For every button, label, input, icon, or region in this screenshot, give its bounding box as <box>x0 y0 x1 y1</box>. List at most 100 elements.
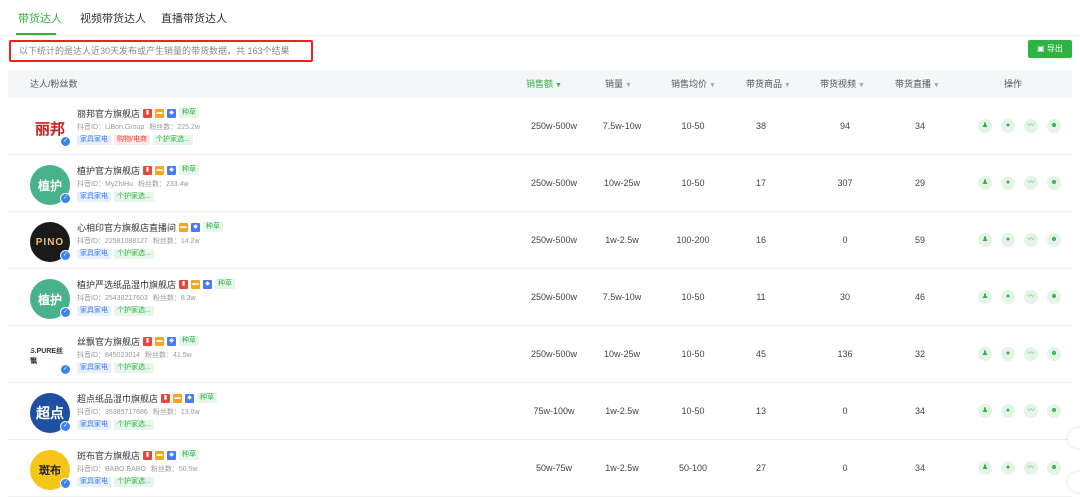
users-icon[interactable]: ☻ <box>1047 347 1061 361</box>
cell-videos: 0 <box>842 235 848 245</box>
cell-sales-amount: 250w-500w <box>530 121 578 131</box>
verified-icon: ✓ <box>60 307 71 318</box>
table-row: 植护 ✓ 植护官方旗舰店 ▮ ▬ ◆ 种草 抖音ID：MyZhiHu 粉丝数：233.4w 家具家… <box>8 155 1072 212</box>
users-icon[interactable]: ☻ <box>1047 233 1061 247</box>
person-icon[interactable]: ♟ <box>978 347 992 361</box>
orange-badge-icon: ▬ <box>191 279 201 289</box>
trend-icon[interactable]: 〰 <box>1024 119 1038 133</box>
blue-badge-icon: ◆ <box>167 165 177 175</box>
col-lives[interactable]: 带货直播 ▼ <box>895 70 940 98</box>
name-line: 植护严选纸品湿巾旗舰店 ▮ ▬ ◆ 种草 <box>77 278 236 291</box>
category-tag: 家具家电 <box>77 249 111 259</box>
category-tag: 个护家选... <box>114 420 154 430</box>
avatar-logo-text: 丽邦 <box>34 120 65 138</box>
category-tags: 家具家电 个护家选... <box>77 363 154 373</box>
video-icon[interactable]: ● <box>1001 176 1015 190</box>
name-line: 超点纸品湿巾旗舰店 ▮ ▬ ◆ 种草 <box>77 392 218 405</box>
shop-name[interactable]: 超点纸品湿巾旗舰店 <box>77 392 158 405</box>
cell-sales-volume: 1w-2.5w <box>605 463 639 473</box>
video-icon[interactable]: ● <box>1001 461 1015 475</box>
trend-icon[interactable]: 〰 <box>1024 233 1038 247</box>
person-icon[interactable]: ♟ <box>978 404 992 418</box>
col-sales-volume[interactable]: 销量 ▼ <box>605 70 632 98</box>
users-icon[interactable]: ☻ <box>1047 404 1061 418</box>
avatar-logo-text: PINO <box>35 236 65 248</box>
shop-name[interactable]: 丽邦官方旗舰店 <box>77 107 140 120</box>
avatar-logo-text: 斑布 <box>39 465 61 477</box>
video-icon[interactable]: ● <box>1001 119 1015 133</box>
seed-tag: 种草 <box>203 222 224 232</box>
category-tags: 家具家电 个护家选... <box>77 249 154 259</box>
cell-sales-volume: 10w-25w <box>603 349 641 359</box>
name-line: 丝飘官方旗舰店 ▮ ▬ ◆ 种草 <box>77 335 200 348</box>
col-lives-label: 带货直播 <box>895 79 932 89</box>
shop-name[interactable]: 心相印官方旗舰店直播间 <box>77 221 176 234</box>
douyin-id: 抖音ID：845023014 <box>77 352 141 359</box>
cell-lives: 29 <box>914 178 925 188</box>
export-button[interactable]: ▣ 导出 <box>1028 40 1072 58</box>
active-tab-indicator <box>16 33 56 35</box>
category-tag: 个护家选... <box>114 306 154 316</box>
col-products[interactable]: 带货商品 ▼ <box>746 70 791 98</box>
col-sales-amount[interactable]: 销售额 ▼ <box>526 70 562 98</box>
douyin-id: 抖音ID：35385717686 <box>77 409 148 416</box>
category-tag: 购物/电商 <box>114 135 150 145</box>
shop-name[interactable]: 植护严选纸品湿巾旗舰店 <box>77 278 176 291</box>
cell-products: 17 <box>755 178 766 188</box>
trend-icon[interactable]: 〰 <box>1024 290 1038 304</box>
cell-lives: 46 <box>914 292 925 302</box>
person-icon[interactable]: ♟ <box>978 461 992 475</box>
shop-name[interactable]: 斑布官方旗舰店 <box>77 449 140 462</box>
douyin-id: 抖音ID：25438217603 <box>77 295 148 302</box>
tab-live-influencers[interactable]: 直播带货达人 <box>161 10 227 26</box>
table-row: S.PURE丝飘 ✓ 丝飘官方旗舰店 ▮ ▬ ◆ 种草 抖音ID：845023014 粉丝数：4… <box>8 326 1072 383</box>
trend-icon[interactable]: 〰 <box>1024 404 1038 418</box>
users-icon[interactable]: ☻ <box>1047 119 1061 133</box>
row-actions: ♟ ● 〰 ☻ <box>978 347 1061 361</box>
users-icon[interactable]: ☻ <box>1047 176 1061 190</box>
seed-tag: 种草 <box>179 165 200 175</box>
person-icon[interactable]: ♟ <box>978 119 992 133</box>
video-icon[interactable]: ● <box>1001 290 1015 304</box>
row-actions: ♟ ● 〰 ☻ <box>978 404 1061 418</box>
trend-icon[interactable]: 〰 <box>1024 347 1038 361</box>
cell-lives: 34 <box>914 121 925 131</box>
id-line: 抖音ID：LiBon.Group 粉丝数：225.2w <box>77 122 200 132</box>
cell-products: 38 <box>755 121 766 131</box>
cell-avg-price: 10-50 <box>681 178 705 188</box>
tab-video-influencers[interactable]: 视频带货达人 <box>80 10 146 26</box>
fans-count: 粉丝数：233.4w <box>138 181 189 188</box>
sort-caret-icon: ▼ <box>555 82 562 89</box>
users-icon[interactable]: ☻ <box>1047 290 1061 304</box>
trend-icon[interactable]: 〰 <box>1024 176 1038 190</box>
shop-name[interactable]: 植护官方旗舰店 <box>77 164 140 177</box>
shop-name[interactable]: 丝飘官方旗舰店 <box>77 335 140 348</box>
cell-videos: 30 <box>839 292 850 302</box>
person-icon[interactable]: ♟ <box>978 176 992 190</box>
video-icon[interactable]: ● <box>1001 233 1015 247</box>
cell-sales-amount: 250w-500w <box>530 349 578 359</box>
orange-badge-icon: ▬ <box>155 336 165 346</box>
col-videos[interactable]: 带货视频 ▼ <box>820 70 865 98</box>
douyin-id: 抖音ID：LiBon.Group <box>77 124 145 131</box>
person-icon[interactable]: ♟ <box>978 290 992 304</box>
col-avg-price[interactable]: 销售均价 ▼ <box>671 70 716 98</box>
cell-avg-price: 10-50 <box>681 406 705 416</box>
cell-products: 11 <box>756 292 766 302</box>
person-icon[interactable]: ♟ <box>978 233 992 247</box>
users-icon[interactable]: ☻ <box>1047 461 1061 475</box>
seed-tag: 种草 <box>197 393 218 403</box>
category-tag: 家具家电 <box>77 306 111 316</box>
video-icon[interactable]: ● <box>1001 347 1015 361</box>
red-badge-icon: ▮ <box>179 279 189 289</box>
cell-avg-price: 10-50 <box>681 121 705 131</box>
id-line: 抖音ID：BABO.BABO 粉丝数：50.5w <box>77 464 198 474</box>
sort-caret-icon: ▼ <box>709 82 716 89</box>
video-icon[interactable]: ● <box>1001 404 1015 418</box>
trend-icon[interactable]: 〰 <box>1024 461 1038 475</box>
cell-avg-price: 50-100 <box>678 463 708 473</box>
category-tag: 个护家选... <box>114 477 154 487</box>
cell-sales-volume: 1w-2.5w <box>605 235 639 245</box>
tab-all-influencers[interactable]: 带货达人 <box>18 10 62 26</box>
sort-caret-icon: ▼ <box>933 82 940 89</box>
